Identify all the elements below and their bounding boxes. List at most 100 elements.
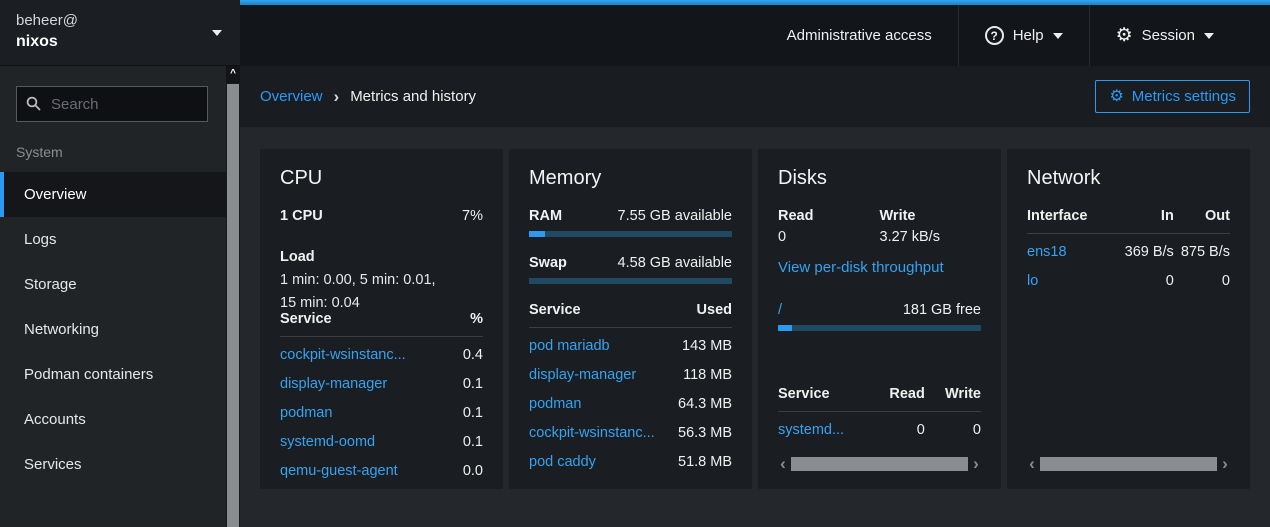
column-header: Used — [697, 302, 732, 318]
table-row: display-manager118 MB — [529, 360, 732, 389]
cell-value: 0 — [925, 422, 981, 438]
column-header: Service — [778, 386, 869, 402]
cell-value: 0 — [1118, 273, 1174, 289]
cell-value: 0 — [1174, 273, 1230, 289]
main-content: Overview › Metrics and history ⚙ Metrics… — [240, 66, 1270, 527]
scroll-right-icon[interactable]: › — [1220, 457, 1230, 470]
sidebar-nav: OverviewLogsStorageNetworkingPodman cont… — [0, 172, 240, 487]
disk-write-label: Write — [880, 208, 982, 224]
accent-strip — [240, 0, 1270, 5]
horizontal-scrollbar[interactable]: ‹ › — [778, 456, 981, 471]
scrollbar-thumb[interactable] — [791, 457, 968, 471]
scroll-right-icon[interactable]: › — [971, 457, 981, 470]
network-interface-table: InterfaceInOutens18369 B/s875 B/slo00 — [1027, 208, 1230, 295]
breadcrumb-chevron-icon: › — [334, 87, 340, 107]
chevron-down-icon — [1053, 33, 1063, 39]
search-icon — [26, 96, 41, 116]
scrollbar-track[interactable] — [1040, 457, 1217, 471]
breadcrumb-overview-link[interactable]: Overview — [260, 88, 323, 105]
help-icon: ? — [985, 26, 1004, 45]
network-card-title: Network — [1027, 167, 1230, 190]
disk-free-value: 181 GB free — [903, 302, 981, 318]
cell-value: 0.1 — [463, 434, 483, 450]
disks-card-title: Disks — [778, 167, 981, 190]
sidebar-item-logs[interactable]: Logs — [0, 217, 240, 262]
sidebar-item-accounts[interactable]: Accounts — [0, 397, 240, 442]
mount-point-link[interactable]: / — [778, 302, 782, 318]
table-row: systemd...00 — [778, 415, 981, 444]
service-link[interactable]: display-manager — [529, 367, 683, 383]
table-header-row: InterfaceInOut — [1027, 208, 1230, 234]
session-menu[interactable]: ⚙ Session — [1090, 5, 1248, 66]
scrollbar-track[interactable] — [791, 457, 968, 471]
service-link[interactable]: systemd... — [778, 422, 869, 438]
search-input[interactable] — [16, 86, 208, 122]
service-link[interactable]: pod mariadb — [529, 338, 682, 354]
sidebar-item-overview[interactable]: Overview — [0, 172, 240, 217]
service-link[interactable]: pod caddy — [529, 454, 678, 470]
column-header: Read — [869, 386, 925, 402]
service-link[interactable]: cockpit-wsinstanc... — [529, 425, 678, 441]
sidebar-item-storage[interactable]: Storage — [0, 262, 240, 307]
horizontal-scrollbar[interactable]: ‹ › — [1027, 456, 1230, 471]
username: beheer@ — [16, 12, 224, 29]
scroll-left-icon[interactable]: ‹ — [778, 457, 788, 470]
cpu-card-title: CPU — [280, 167, 483, 190]
sidebar: beheer@ nixos System OverviewLogsStorage… — [0, 0, 240, 527]
network-card: Network InterfaceInOut ens18369 B/s875 B/… — [1007, 149, 1250, 489]
service-link[interactable]: ens18 — [1027, 244, 1118, 260]
memory-card-title: Memory — [529, 167, 732, 190]
sidebar-scrollbar[interactable]: ^ — [226, 66, 240, 527]
help-label: Help — [1013, 27, 1044, 44]
cell-value: 0.4 — [463, 347, 483, 363]
cpu-card: CPU 1 CPU 7% Load 1 min: 0.00, 5 min: 0.… — [260, 149, 503, 489]
service-link[interactable]: podman — [529, 396, 678, 412]
service-link[interactable]: display-manager — [280, 376, 463, 392]
column-header: Interface — [1027, 208, 1118, 224]
column-header: % — [470, 311, 483, 327]
disk-read-value: 0 — [778, 229, 880, 245]
metrics-settings-button[interactable]: ⚙ Metrics settings — [1095, 80, 1250, 113]
memory-service-table: ServiceUsedpod mariadb143 MBdisplay-mana… — [529, 302, 732, 476]
help-menu[interactable]: ? Help — [959, 5, 1089, 66]
table-row: systemd-oomd0.1 — [280, 427, 483, 456]
table-row: ens18369 B/s875 B/s — [1027, 237, 1230, 266]
sidebar-section-label: System — [16, 144, 224, 160]
table-row: podman64.3 MB — [529, 389, 732, 418]
cell-value: 51.8 MB — [678, 454, 732, 470]
service-link[interactable]: systemd-oomd — [280, 434, 463, 450]
load-values: 1 min: 0.00, 5 min: 0.01, — [280, 272, 483, 288]
breadcrumb: Overview › Metrics and history ⚙ Metrics… — [240, 66, 1270, 127]
table-row: pod mariadb143 MB — [529, 331, 732, 360]
disk-read-label: Read — [778, 208, 880, 224]
disk-usage-fill — [778, 325, 792, 331]
column-header: In — [1118, 208, 1174, 224]
scroll-left-icon[interactable]: ‹ — [1027, 457, 1037, 470]
cell-value: 0.1 — [463, 376, 483, 392]
service-link[interactable]: podman — [280, 405, 463, 421]
service-link[interactable]: cockpit-wsinstanc... — [280, 347, 463, 363]
ram-usage-bar — [529, 231, 732, 237]
scrollbar-thumb[interactable] — [227, 84, 239, 527]
table-row: lo00 — [1027, 266, 1230, 295]
cell-value: 875 B/s — [1174, 244, 1230, 260]
load-label: Load — [280, 249, 483, 265]
ram-usage-fill — [529, 231, 545, 237]
per-disk-throughput-link[interactable]: View per-disk throughput — [778, 259, 944, 276]
swap-available-value: 4.58 GB available — [618, 255, 732, 271]
ram-label: RAM — [529, 208, 562, 224]
cpu-service-table: Service%cockpit-wsinstanc...0.4display-m… — [280, 311, 483, 485]
host-switcher[interactable]: beheer@ nixos — [0, 0, 240, 66]
service-link[interactable]: qemu-guest-agent — [280, 463, 463, 479]
column-header: Write — [925, 386, 981, 402]
swap-label: Swap — [529, 255, 567, 271]
scrollbar-thumb[interactable] — [1040, 457, 1217, 471]
table-row: cockpit-wsinstanc...0.4 — [280, 340, 483, 369]
scroll-up-icon[interactable]: ^ — [226, 66, 240, 83]
sidebar-item-networking[interactable]: Networking — [0, 307, 240, 352]
admin-access-button[interactable]: Administrative access — [761, 5, 958, 66]
sidebar-item-services[interactable]: Services — [0, 442, 240, 487]
gear-icon: ⚙ — [1109, 89, 1123, 105]
sidebar-item-podman-containers[interactable]: Podman containers — [0, 352, 240, 397]
service-link[interactable]: lo — [1027, 273, 1118, 289]
